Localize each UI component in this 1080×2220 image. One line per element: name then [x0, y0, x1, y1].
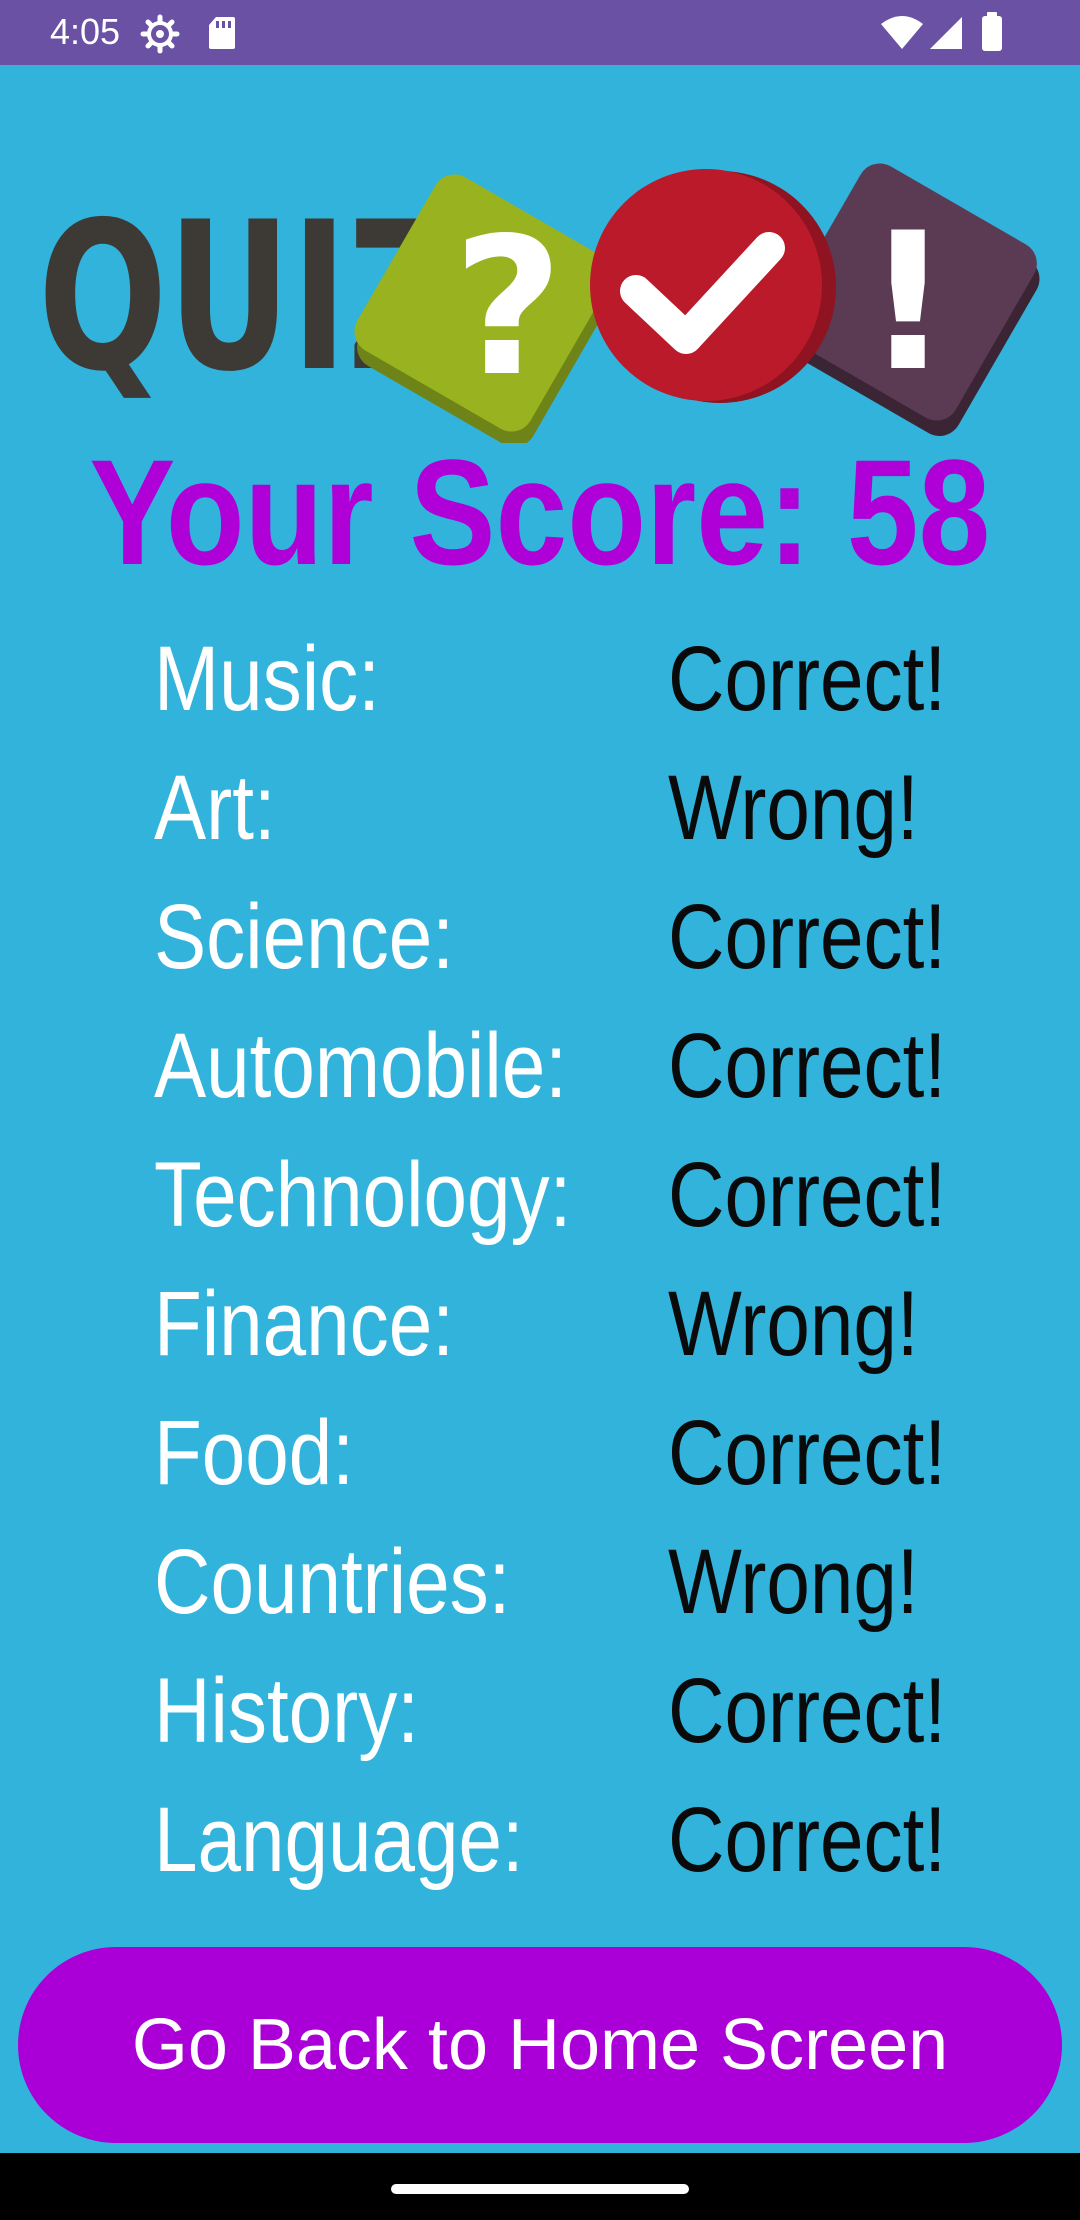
status-bar: 4:05	[0, 0, 1080, 65]
category-label: Technology:	[154, 1144, 572, 1246]
result-status: Correct!	[668, 1660, 947, 1762]
question-mark-text: ?	[453, 197, 563, 418]
result-row-food: Food: Correct!	[154, 1389, 1004, 1518]
result-status: Correct!	[668, 1144, 947, 1246]
category-label: Art:	[154, 757, 276, 859]
score-label: Your Score:	[89, 428, 812, 596]
category-label: Automobile:	[154, 1015, 567, 1117]
score-text: Your Score: 58	[90, 427, 991, 597]
result-row-countries: Countries: Wrong!	[154, 1518, 1004, 1647]
results-list: Music: Correct! Art: Wrong! Science: Cor…	[154, 615, 1004, 1905]
status-time: 4:05	[50, 11, 121, 52]
go-back-home-button[interactable]: Go Back to Home Screen	[18, 1947, 1062, 2143]
category-label: History:	[154, 1660, 420, 1762]
score-value: 58	[846, 428, 991, 596]
results-screen: QUIZ ? ! Your Score: 58 Music: Correct! …	[0, 65, 1080, 2153]
result-row-art: Art: Wrong!	[154, 744, 1004, 873]
result-row-history: History: Correct!	[154, 1647, 1004, 1776]
result-status: Wrong!	[668, 757, 919, 859]
quiz-logo: QUIZ ? !	[38, 163, 1040, 443]
wifi-icon	[881, 16, 923, 49]
result-status: Correct!	[668, 886, 947, 988]
result-status: Correct!	[668, 1402, 947, 1504]
result-row-music: Music: Correct!	[154, 615, 1004, 744]
battery-icon	[982, 12, 1002, 51]
category-label: Science:	[154, 886, 454, 988]
result-status: Wrong!	[668, 1273, 919, 1375]
result-status: Correct!	[668, 1789, 947, 1891]
result-row-finance: Finance: Wrong!	[154, 1260, 1004, 1389]
result-row-language: Language: Correct!	[154, 1776, 1004, 1905]
result-row-technology: Technology: Correct!	[154, 1131, 1004, 1260]
category-label: Finance:	[154, 1273, 454, 1375]
result-status: Correct!	[668, 1015, 947, 1117]
navigation-bar	[0, 2153, 1080, 2220]
checkmark-circle-icon	[590, 169, 836, 403]
home-gesture-handle[interactable]	[391, 2184, 689, 2194]
result-row-science: Science: Correct!	[154, 873, 1004, 1002]
settings-gear-icon	[140, 14, 180, 54]
result-status: Correct!	[668, 628, 947, 730]
sd-card-icon	[209, 17, 235, 49]
cellular-signal-icon	[930, 17, 962, 49]
category-label: Countries:	[154, 1531, 511, 1633]
category-label: Food:	[154, 1402, 354, 1504]
category-label: Music:	[154, 628, 380, 730]
score-heading: Your Score: 58	[0, 427, 1080, 597]
exclamation-text: !	[865, 192, 952, 413]
category-label: Language:	[154, 1789, 524, 1891]
result-status: Wrong!	[668, 1531, 919, 1633]
result-row-automobile: Automobile: Correct!	[154, 1002, 1004, 1131]
